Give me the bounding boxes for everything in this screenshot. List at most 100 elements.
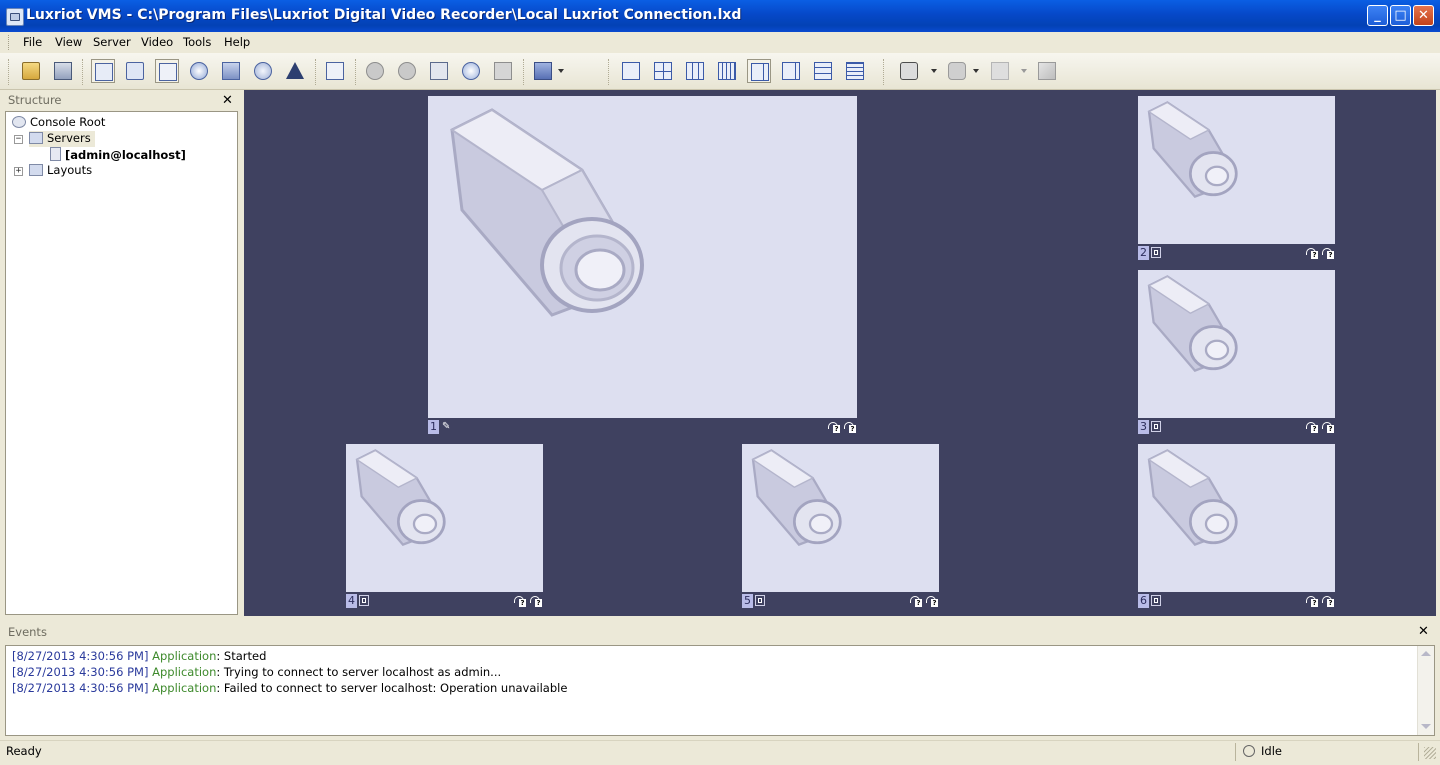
export-button[interactable] [491, 59, 515, 83]
video-grid: 1 ✎ 2 3 [244, 90, 1436, 616]
pin-icon[interactable]: ✎ [442, 421, 454, 433]
camera-tile-1[interactable] [428, 96, 857, 418]
event-source: Application [152, 649, 217, 663]
display-icon[interactable] [1151, 247, 1161, 258]
menu-video[interactable]: Video [141, 35, 173, 49]
event-time: [8/27/2013 4:30:56 PM] [12, 649, 149, 663]
hand-icon [948, 62, 966, 80]
layout-3x3b-button[interactable] [811, 59, 835, 83]
playback-button[interactable] [427, 59, 451, 83]
tree-item-label: Layouts [47, 163, 93, 177]
snapshot-button[interactable] [897, 59, 921, 83]
menu-help[interactable]: Help [224, 35, 250, 49]
alerts-button[interactable] [283, 59, 307, 83]
scroll-up-icon[interactable] [1421, 651, 1431, 656]
globe-button[interactable] [187, 59, 211, 83]
scroll-down-icon[interactable] [1421, 724, 1431, 729]
layout-1plus5-button[interactable] [747, 59, 771, 83]
maximize-button[interactable]: □ [1390, 5, 1411, 26]
monitor-button[interactable] [531, 59, 555, 83]
layout-4x4b-icon [846, 62, 864, 80]
snapshot-icon [900, 62, 918, 80]
camera-tile-4[interactable] [346, 444, 543, 592]
layout-1plus7-button[interactable] [779, 59, 803, 83]
camera-5-bar: 5 [742, 594, 939, 608]
tree-item-servers[interactable]: Servers [29, 131, 95, 147]
camera-number: 2 [1138, 246, 1149, 260]
export-icon [494, 62, 512, 80]
walker-dropdown-arrow [1021, 69, 1027, 73]
status-icon [1305, 247, 1318, 259]
display-icon[interactable] [1151, 595, 1161, 606]
menu-view[interactable]: View [55, 35, 82, 49]
layout-editor-button[interactable] [219, 59, 243, 83]
save-button[interactable] [51, 59, 75, 83]
window-title: Luxriot VMS - C:\Program Files\Luxriot D… [26, 7, 742, 23]
save-icon [54, 62, 72, 80]
camera-4-bar: 4 [346, 594, 543, 608]
open-button[interactable] [19, 59, 43, 83]
walker-button[interactable] [988, 59, 1012, 83]
close-button[interactable]: ✕ [1413, 5, 1434, 26]
event-message: : Trying to connect to server localhost … [216, 665, 502, 679]
layout-4x4-button[interactable] [715, 59, 739, 83]
ptz-button[interactable] [363, 59, 387, 83]
camera-tile-6[interactable] [1138, 444, 1335, 592]
storage-button[interactable] [251, 59, 275, 83]
display-icon[interactable] [755, 595, 765, 606]
structure-close-icon[interactable]: ✕ [222, 94, 233, 107]
event-source: Application [152, 681, 217, 695]
minimize-button[interactable]: _ [1367, 5, 1388, 26]
events-close-icon[interactable]: ✕ [1418, 625, 1429, 638]
layout-1x1-button[interactable] [619, 59, 643, 83]
monitor-dropdown-arrow[interactable] [558, 69, 564, 73]
snapshot-dropdown-arrow[interactable] [931, 69, 937, 73]
toolbar-separator [523, 59, 526, 85]
toolbar-separator [355, 59, 358, 85]
tree-item-label: Servers [47, 131, 91, 145]
edit-button[interactable] [155, 59, 179, 83]
display-icon[interactable] [1151, 421, 1161, 432]
globe-icon [190, 62, 208, 80]
layout-4x4-icon [718, 62, 736, 80]
camera-tile-5[interactable] [742, 444, 939, 592]
search-button[interactable] [123, 59, 147, 83]
edit-icon [159, 63, 177, 81]
menu-server[interactable]: Server [93, 35, 131, 49]
display-icon[interactable] [359, 595, 369, 606]
status-icon [827, 421, 840, 433]
layout-2x2-button[interactable] [651, 59, 675, 83]
resize-grip-icon[interactable] [1424, 747, 1436, 759]
layout-3x3-button[interactable] [683, 59, 707, 83]
open-icon [22, 62, 40, 80]
toolbar-grip [8, 59, 11, 85]
events-scrollbar[interactable] [1417, 646, 1434, 735]
camera-number: 6 [1138, 594, 1149, 608]
status-icon [909, 595, 922, 607]
tree-item-admin-localhost[interactable]: [admin@localhost] [50, 147, 186, 163]
camera-1-bar: 1 ✎ [428, 420, 857, 434]
structure-toggle-button[interactable] [91, 59, 115, 83]
camera-tile-3[interactable] [1138, 270, 1335, 418]
title-bar[interactable]: Luxriot VMS - C:\Program Files\Luxriot D… [0, 0, 1440, 32]
camera-number: 4 [346, 594, 357, 608]
camera-group-button[interactable] [395, 59, 419, 83]
hand-dropdown-arrow[interactable] [973, 69, 979, 73]
fullscreen-button[interactable] [323, 59, 347, 83]
menu-file[interactable]: File [23, 35, 42, 49]
menu-tools[interactable]: Tools [183, 35, 211, 49]
sync-button[interactable] [459, 59, 483, 83]
tree-item-layouts[interactable]: Layouts [29, 163, 92, 179]
playback-icon [430, 62, 448, 80]
hand-button[interactable] [945, 59, 969, 83]
windows-button[interactable] [1035, 59, 1059, 83]
layouts-expand-icon[interactable]: + [14, 167, 23, 176]
server-icon [50, 147, 61, 161]
tree-item-console-root[interactable]: Console Root [12, 115, 105, 131]
camera-2-bar: 2 [1138, 246, 1335, 260]
servers-collapse-icon[interactable]: − [14, 135, 23, 144]
camera-tile-2[interactable] [1138, 96, 1335, 244]
camera-number: 3 [1138, 420, 1149, 434]
layout-4x4b-button[interactable] [843, 59, 867, 83]
layout-3x3b-icon [814, 62, 832, 80]
